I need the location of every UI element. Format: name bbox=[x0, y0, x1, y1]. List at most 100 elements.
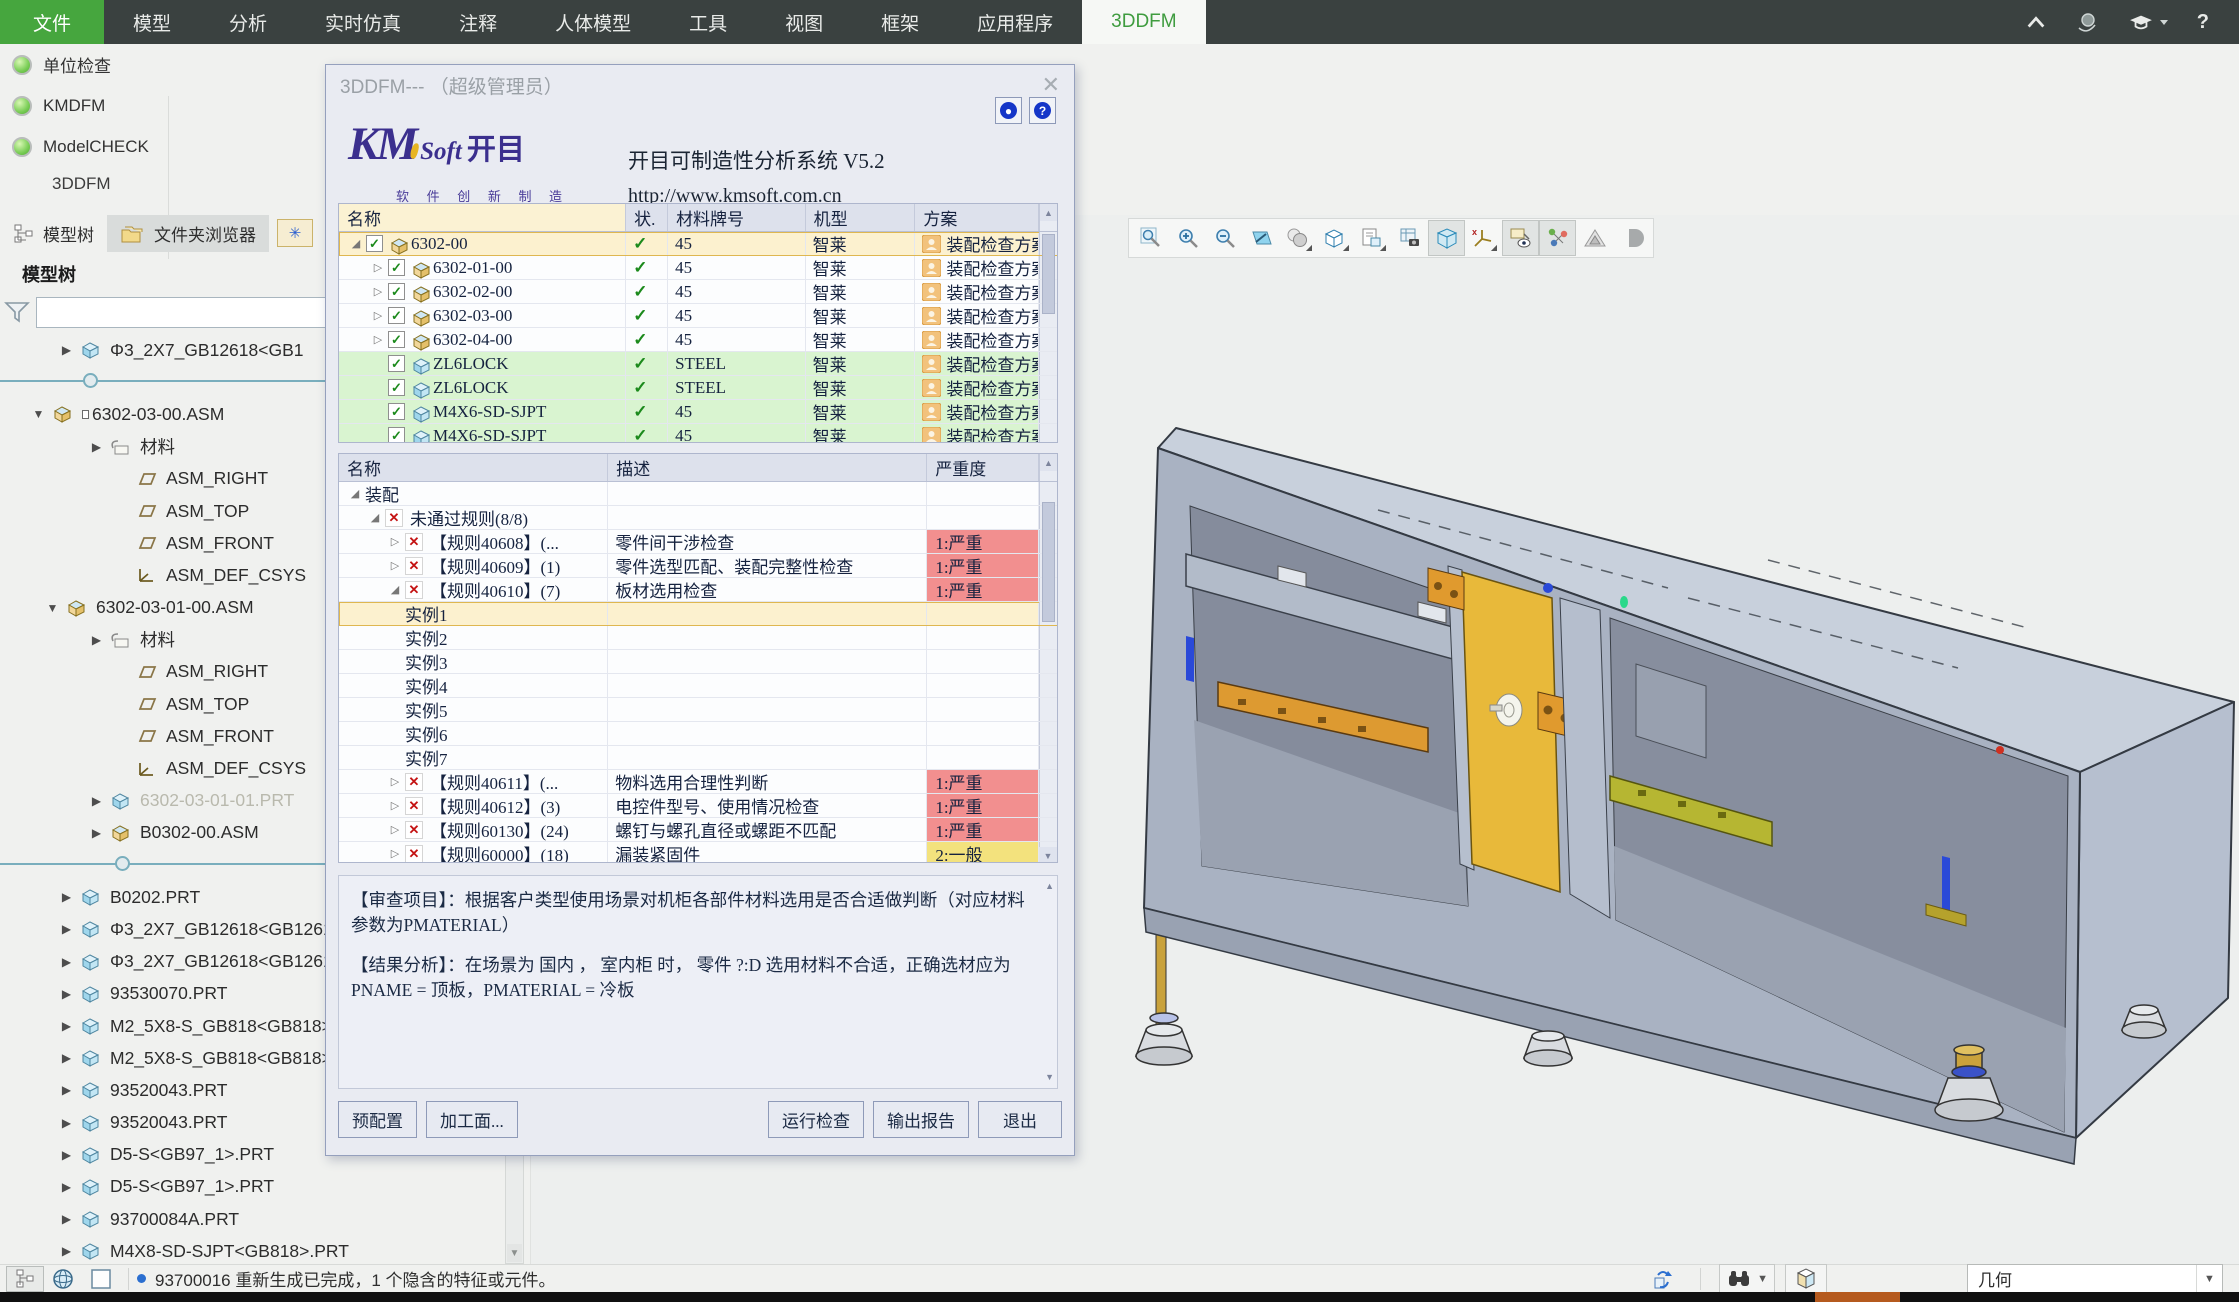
rule-row[interactable]: 实例3 bbox=[339, 650, 1057, 674]
part-name-cell[interactable]: ▷✓6302-03-00 bbox=[339, 304, 626, 327]
row-expander-icon[interactable]: ▷ bbox=[385, 559, 405, 572]
web-browser-icon[interactable] bbox=[44, 1266, 82, 1292]
rule-name-cell[interactable]: ▷✕【规则40611】(... bbox=[339, 770, 608, 793]
row-expander-icon[interactable]: ▷ bbox=[385, 823, 405, 836]
text-scroll-down-icon[interactable]: ▼ bbox=[1045, 1071, 1054, 1084]
dialog-help-button[interactable]: ? bbox=[1029, 97, 1056, 124]
rule-name-cell[interactable]: 实例5 bbox=[339, 698, 608, 721]
dropdown-caret-icon[interactable]: ◢ bbox=[1343, 243, 1349, 255]
locator-handle-icon[interactable] bbox=[83, 373, 98, 388]
rule-row[interactable]: 实例2 bbox=[339, 626, 1057, 650]
tree-expander-icon[interactable]: ▶ bbox=[84, 794, 109, 808]
parts-row[interactable]: ✓ZL6LOCK✓STEEL智莱装配检查方案 bbox=[339, 352, 1057, 376]
plan-cell[interactable]: 装配检查方案 bbox=[915, 280, 1039, 303]
part-name-cell[interactable]: ✓M4X6-SD-SJPT bbox=[339, 424, 626, 443]
row-expander-icon[interactable]: ▷ bbox=[385, 535, 405, 548]
selection-filter-combo[interactable]: 几何 ▼ bbox=[1967, 1264, 2223, 1294]
parts-row[interactable]: ▷✓6302-03-00✓45智莱装配检查方案 bbox=[339, 304, 1057, 328]
saved-views-icon[interactable]: ◢ bbox=[1354, 220, 1391, 256]
regenerate-icon[interactable] bbox=[1644, 1266, 1682, 1292]
command-search-icon[interactable] bbox=[2075, 11, 2099, 33]
tree-expander-icon[interactable]: ▼ bbox=[26, 407, 51, 421]
dialog-button-output-report[interactable]: 输出报告 bbox=[873, 1101, 969, 1138]
plan-cell[interactable]: 装配检查方案 bbox=[915, 304, 1039, 327]
parts-row[interactable]: ✓ZL6LOCK✓STEEL智莱装配检查方案 bbox=[339, 376, 1057, 400]
tree-expander-icon[interactable]: ▶ bbox=[54, 1019, 79, 1033]
rule-row[interactable]: ▷✕【规则40609】(1)零件选型匹配、装配完整性检查1:严重 bbox=[339, 554, 1057, 578]
selection-filter-icon[interactable] bbox=[1785, 1264, 1827, 1294]
ribbon-button-2[interactable]: KMDFM bbox=[0, 85, 324, 126]
dropdown-caret-icon[interactable]: ◢ bbox=[1380, 243, 1386, 255]
find-icon[interactable]: ▼ bbox=[1719, 1264, 1775, 1294]
column-header[interactable]: 名称 bbox=[339, 204, 626, 231]
row-expander-icon[interactable]: ▷ bbox=[368, 285, 388, 298]
row-expander-icon[interactable]: ◢ bbox=[346, 237, 366, 250]
rule-row[interactable]: ◢装配 bbox=[339, 482, 1057, 506]
checkbox-icon[interactable]: ✓ bbox=[366, 235, 383, 252]
rule-row[interactable]: 实例6 bbox=[339, 722, 1057, 746]
dialog-titlebar[interactable]: 3DDFM--- （超级管理员） ✕ bbox=[326, 65, 1074, 105]
rule-row[interactable]: ▷✕【规则60130】(24)螺钉与螺孔直径或螺距不匹配1:严重 bbox=[339, 818, 1057, 842]
column-header[interactable]: 描述 bbox=[608, 454, 927, 481]
ribbon-button-1[interactable]: 单位检查 bbox=[0, 44, 324, 85]
parts-row[interactable]: ✓M4X6-SD-SJPT✓45智莱装配检查方案 bbox=[339, 400, 1057, 424]
plan-cell[interactable]: 装配检查方案 bbox=[915, 400, 1039, 423]
rule-name-cell[interactable]: ◢装配 bbox=[339, 482, 608, 505]
row-expander-icon[interactable]: ▷ bbox=[368, 333, 388, 346]
part-name-cell[interactable]: ✓ZL6LOCK bbox=[339, 376, 626, 399]
locator-handle-icon[interactable] bbox=[115, 856, 130, 871]
menu-item-10[interactable]: 应用程序 bbox=[948, 0, 1082, 44]
dropdown-caret-icon[interactable]: ◢ bbox=[1491, 243, 1497, 255]
rule-row[interactable]: ▷✕【规则60000】(18)漏装紧固件2:一般 bbox=[339, 842, 1057, 863]
scroll-up-icon[interactable]: ▲ bbox=[1040, 204, 1057, 221]
menu-item-3[interactable]: 分析 bbox=[200, 0, 296, 44]
plan-cell[interactable]: 装配检查方案 bbox=[915, 376, 1039, 399]
rule-name-cell[interactable]: ◢✕【规则40610】(7) bbox=[339, 578, 608, 601]
tree-expander-icon[interactable]: ▼ bbox=[40, 601, 65, 615]
plan-cell[interactable]: 装配检查方案 bbox=[915, 424, 1039, 443]
tree-expander-icon[interactable]: ▶ bbox=[54, 343, 79, 357]
tree-item[interactable]: ▶D5-S<GB97_1>.PRT bbox=[0, 1171, 504, 1203]
checkbox-icon[interactable]: ✓ bbox=[388, 427, 405, 443]
row-expander-icon[interactable]: ▷ bbox=[385, 775, 405, 788]
collapse-ribbon-icon[interactable] bbox=[2025, 14, 2047, 30]
row-expander-icon[interactable]: ▷ bbox=[385, 799, 405, 812]
spin-center-icon[interactable] bbox=[1539, 220, 1576, 256]
tree-expander-icon[interactable]: ▶ bbox=[54, 955, 79, 969]
menu-item-9[interactable]: 框架 bbox=[852, 0, 948, 44]
plan-cell[interactable]: 装配检查方案 bbox=[915, 352, 1039, 375]
model-tree-toggle-icon[interactable] bbox=[6, 1266, 44, 1292]
tree-expander-icon[interactable]: ▶ bbox=[84, 826, 109, 840]
dialog-button-exit[interactable]: 退出 bbox=[978, 1101, 1062, 1138]
rule-row[interactable]: 实例4 bbox=[339, 674, 1057, 698]
rule-name-cell[interactable]: 实例1 bbox=[339, 602, 608, 625]
checkbox-icon[interactable]: ✓ bbox=[388, 355, 405, 372]
rule-name-cell[interactable]: ◢✕未通过规则(8/8) bbox=[339, 506, 608, 529]
rule-name-cell[interactable]: ▷✕【规则40612】(3) bbox=[339, 794, 608, 817]
checkbox-icon[interactable]: ✓ bbox=[388, 331, 405, 348]
checkbox-icon[interactable]: ✓ bbox=[388, 379, 405, 396]
menu-item-2[interactable]: 模型 bbox=[104, 0, 200, 44]
menu-item-6[interactable]: 人体模型 bbox=[526, 0, 660, 44]
row-expander-icon[interactable]: ▷ bbox=[368, 309, 388, 322]
column-header[interactable]: 严重度 bbox=[927, 454, 1039, 481]
tree-expander-icon[interactable]: ▶ bbox=[84, 633, 109, 647]
rule-name-cell[interactable]: 实例2 bbox=[339, 626, 608, 649]
menu-item-1[interactable]: 文件 bbox=[0, 0, 104, 44]
tree-expander-icon[interactable]: ▶ bbox=[54, 1083, 79, 1097]
part-name-cell[interactable]: ▷✓6302-04-00 bbox=[339, 328, 626, 351]
ribbon-button-3[interactable]: ModelCHECK bbox=[0, 126, 324, 167]
find-dropdown-icon[interactable]: ▼ bbox=[1757, 1273, 1768, 1285]
row-expander-icon[interactable]: ◢ bbox=[365, 511, 385, 524]
part-name-cell[interactable]: ▷✓6302-01-00 bbox=[339, 256, 626, 279]
tree-item[interactable]: ▶M4X8-SD-SJPT<GB818>.PRT bbox=[0, 1235, 504, 1264]
rule-name-cell[interactable]: 实例7 bbox=[339, 746, 608, 769]
menu-item-4[interactable]: 实时仿真 bbox=[296, 0, 430, 44]
checkbox-icon[interactable]: ✓ bbox=[388, 259, 405, 276]
row-expander-icon[interactable]: ▷ bbox=[368, 261, 388, 274]
dialog-close-icon[interactable]: ✕ bbox=[1042, 74, 1060, 96]
rule-name-cell[interactable]: ▷✕【规则40609】(1) bbox=[339, 554, 608, 577]
parts-row[interactable]: ▷✓6302-02-00✓45智莱装配检查方案 bbox=[339, 280, 1057, 304]
plan-cell[interactable]: 装配检查方案 bbox=[915, 256, 1039, 279]
zoom-in-icon[interactable] bbox=[1169, 220, 1206, 256]
